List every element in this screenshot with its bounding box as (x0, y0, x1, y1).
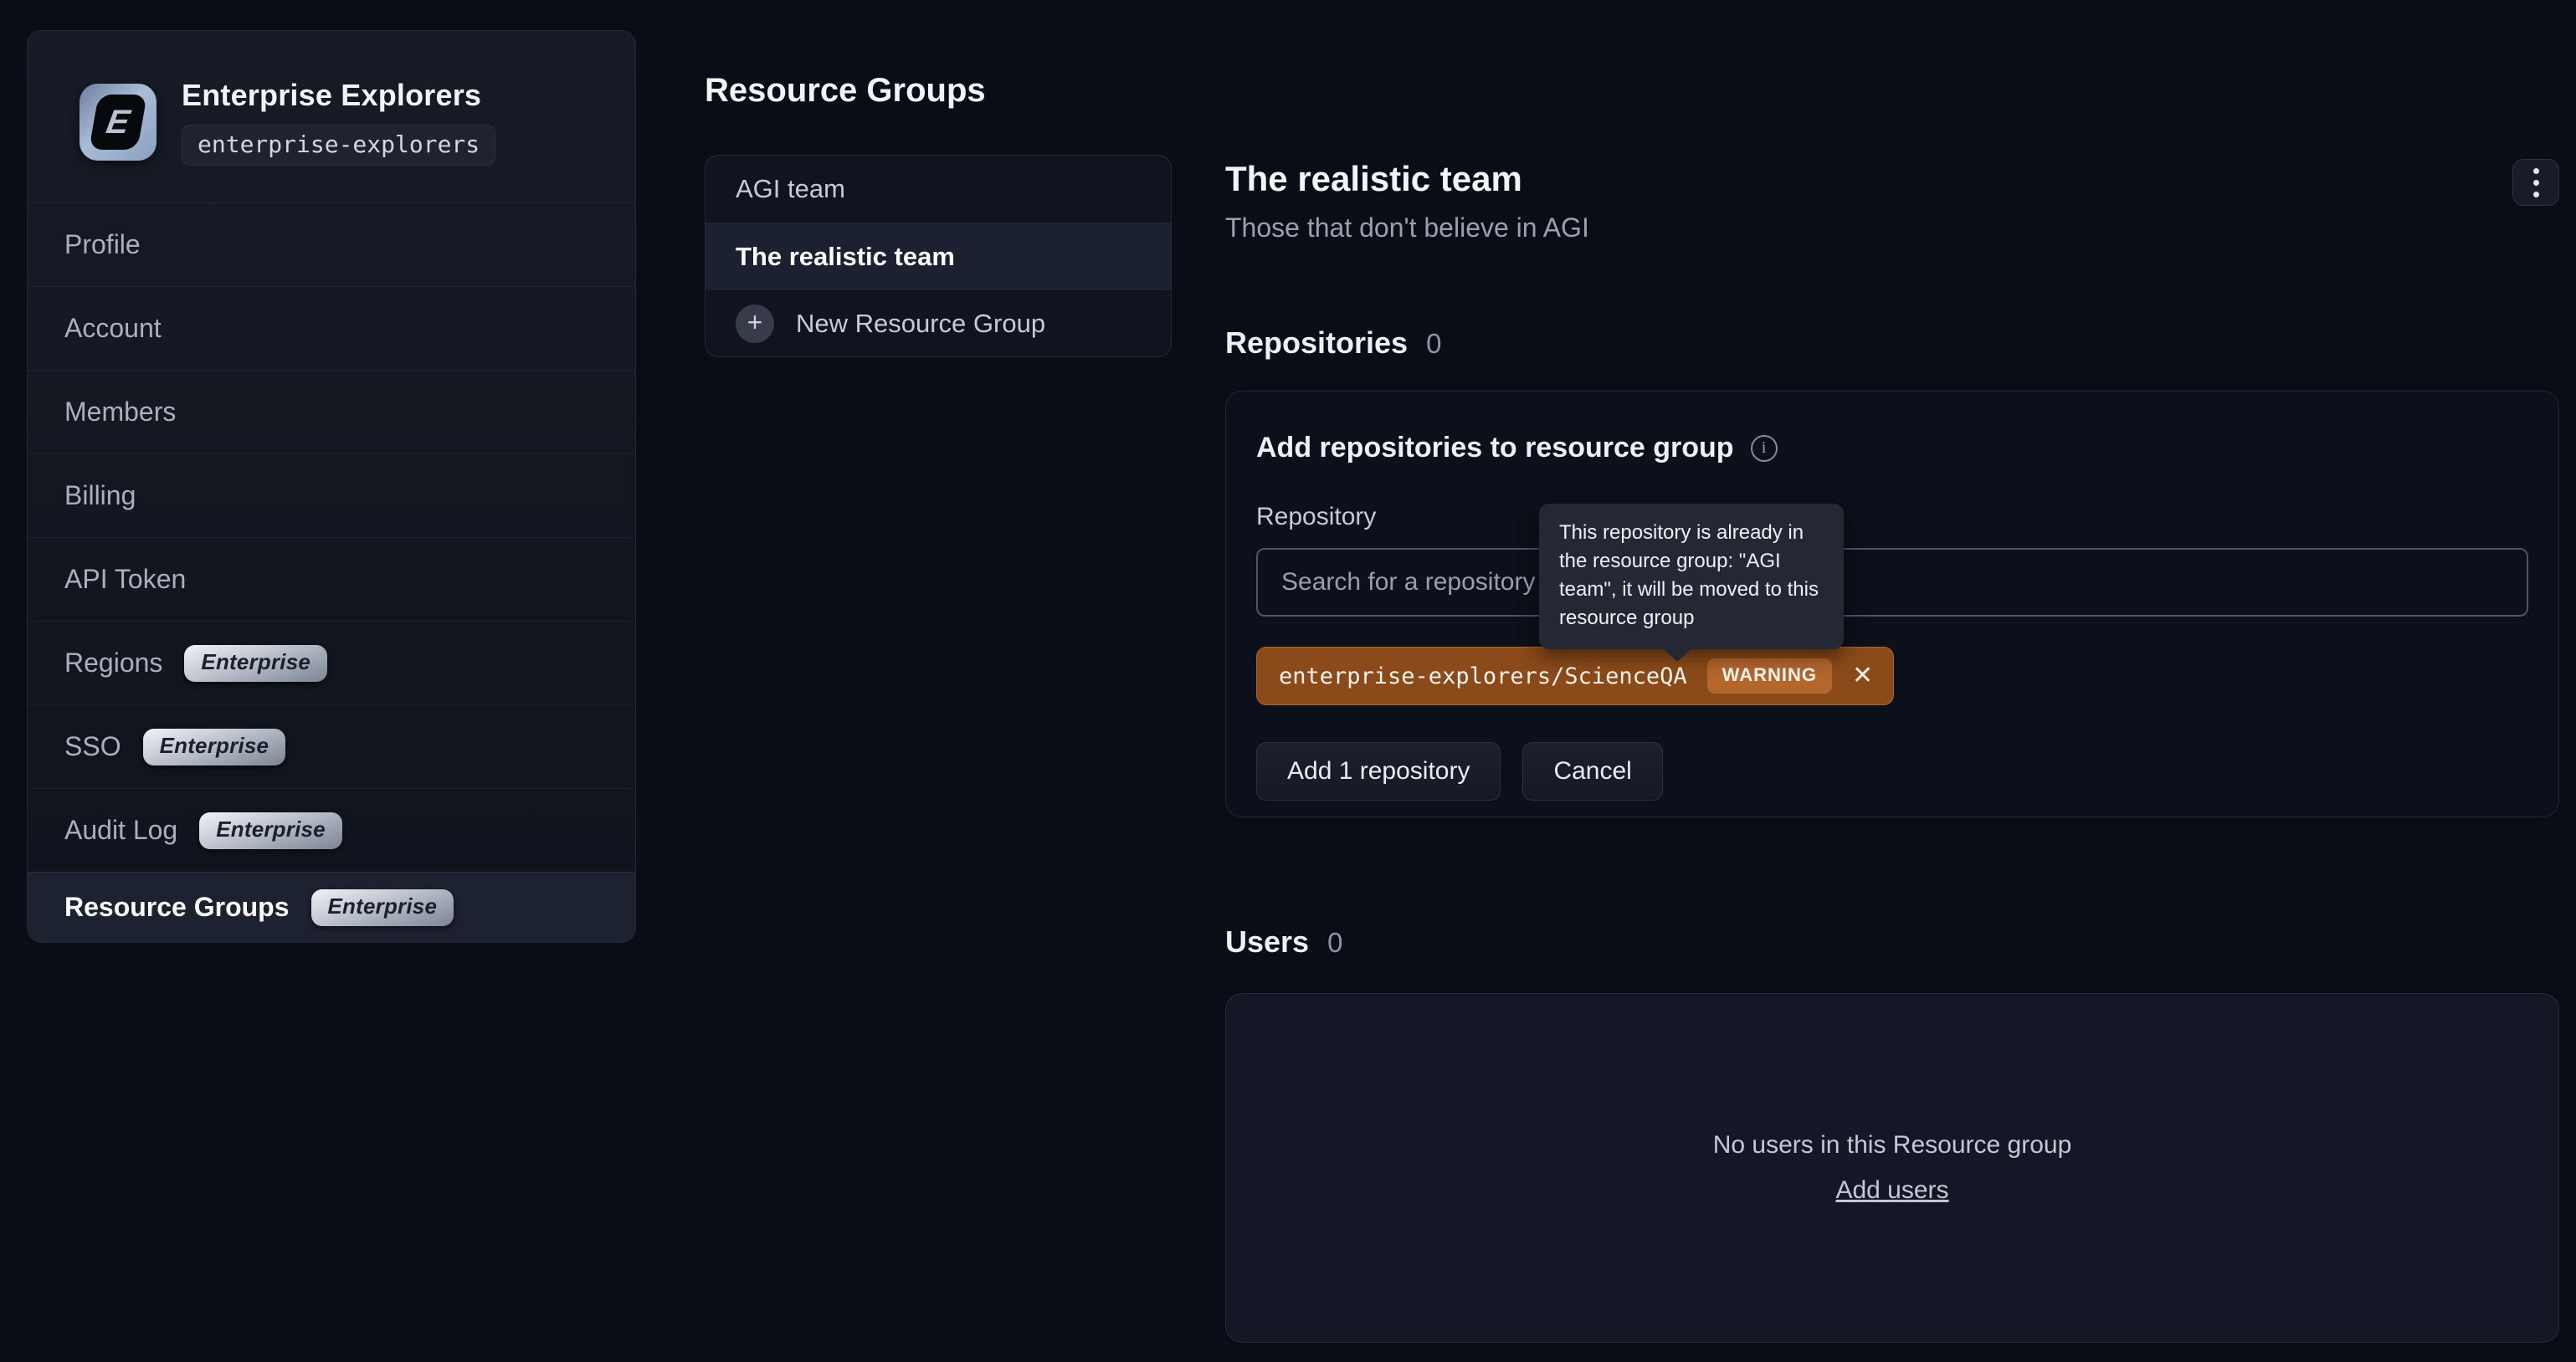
sidebar-item-sso[interactable]: SSO Enterprise (28, 704, 635, 788)
group-row-realistic-team[interactable]: The realistic team (706, 223, 1171, 289)
resource-groups-list: AGI team The realistic team + New Resour… (705, 155, 1172, 357)
new-resource-group-button[interactable]: + New Resource Group (706, 289, 1171, 356)
plus-icon: + (736, 305, 774, 343)
group-row-agi-team[interactable]: AGI team (706, 156, 1171, 223)
repository-search-input[interactable] (1256, 548, 2528, 617)
add-users-link[interactable]: Add users (1835, 1176, 1948, 1205)
group-detail-header: The realistic team Those that don't beli… (1225, 159, 2559, 243)
org-name: Enterprise Explorers (182, 78, 495, 113)
org-identity: Enterprise Explorers enterprise-explorer… (182, 78, 495, 166)
org-logo: E (80, 84, 157, 161)
cancel-button[interactable]: Cancel (1522, 742, 1662, 801)
repositories-heading: Repositories (1225, 325, 1408, 361)
sidebar-item-billing[interactable]: Billing (28, 453, 635, 537)
kebab-icon (2533, 168, 2539, 174)
sidebar-item-profile[interactable]: Profile (28, 202, 635, 286)
repository-field-label: Repository (1256, 503, 2528, 531)
remove-repository-icon[interactable]: ✕ (1852, 663, 1873, 689)
enterprise-badge: Enterprise (311, 889, 454, 926)
repositories-count: 0 (1426, 328, 1441, 360)
add-repository-button[interactable]: Add 1 repository (1256, 742, 1501, 801)
selected-repository-chip[interactable]: enterprise-explorers/ScienceQA WARNING ✕ (1256, 647, 1894, 705)
repositories-section-head: Repositories 0 (1225, 325, 2559, 361)
users-heading: Users (1225, 924, 1309, 960)
resource-groups-panel: Resource Groups AGI team The realistic t… (705, 72, 1172, 357)
org-slug-badge: enterprise-explorers (182, 125, 495, 166)
group-description: Those that don't believe in AGI (1225, 212, 2559, 243)
sidebar-item-api-token[interactable]: API Token (28, 537, 635, 621)
enterprise-badge: Enterprise (199, 812, 342, 849)
enterprise-badge: Enterprise (143, 729, 286, 765)
org-logo-letter: E (89, 95, 147, 150)
group-title: The realistic team (1225, 159, 2559, 199)
repository-warning-tooltip: This repository is already in the resour… (1539, 504, 1844, 649)
group-detail-panel: The realistic team Those that don't beli… (1225, 159, 2559, 1343)
sidebar-item-regions[interactable]: Regions Enterprise (28, 621, 635, 704)
add-repositories-title-row: Add repositories to resource group i (1256, 432, 2528, 464)
sidebar-item-resource-groups[interactable]: Resource Groups Enterprise (28, 872, 635, 942)
selected-repository-name: enterprise-explorers/ScienceQA (1279, 663, 1687, 689)
warning-badge: WARNING (1707, 658, 1832, 694)
add-repositories-title: Add repositories to resource group (1256, 432, 1734, 464)
users-count: 0 (1327, 927, 1342, 959)
sidebar-item-audit-log[interactable]: Audit Log Enterprise (28, 788, 635, 872)
users-empty-text: No users in this Resource group (1713, 1131, 2072, 1160)
enterprise-badge: Enterprise (184, 645, 327, 682)
sidebar-item-members[interactable]: Members (28, 370, 635, 453)
sidebar-nav: Profile Account Members Billing API Toke… (28, 202, 635, 942)
form-actions: Add 1 repository Cancel (1256, 742, 2528, 801)
users-empty-card: No users in this Resource group Add user… (1225, 993, 2559, 1343)
org-header: E Enterprise Explorers enterprise-explor… (28, 31, 635, 202)
resource-groups-heading: Resource Groups (705, 72, 1172, 110)
settings-sidebar: E Enterprise Explorers enterprise-explor… (27, 30, 636, 943)
group-options-button[interactable] (2512, 159, 2559, 206)
add-repositories-card: Add repositories to resource group i Rep… (1225, 391, 2559, 817)
users-section-head: Users 0 (1225, 924, 2559, 960)
sidebar-item-account[interactable]: Account (28, 286, 635, 370)
info-icon[interactable]: i (1751, 435, 1778, 462)
